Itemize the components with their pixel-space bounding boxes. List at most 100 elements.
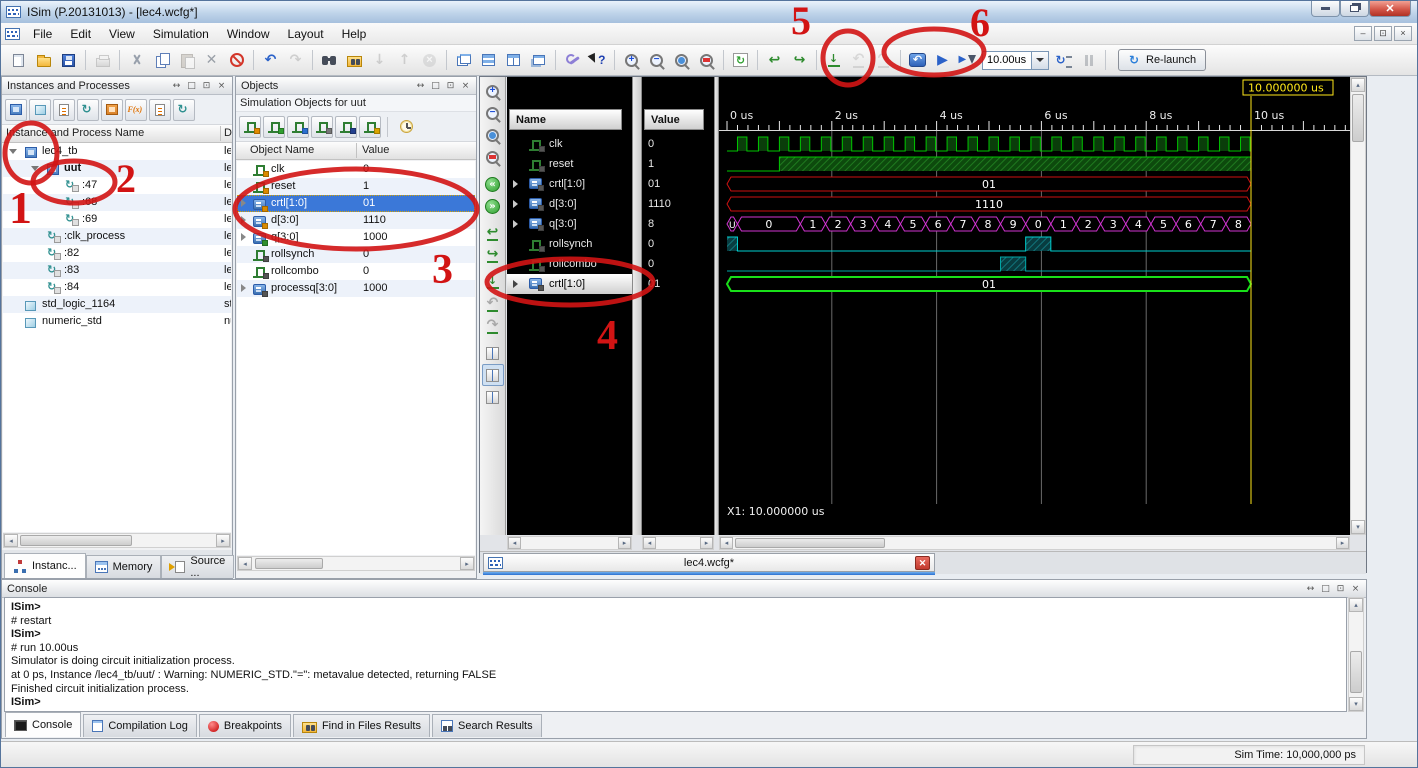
tree-row-uut[interactable]: uutle	[3, 160, 231, 177]
prev-transition-button[interactable]: ↶	[847, 48, 870, 72]
object-row-q30[interactable]: q[3:0]1000	[237, 229, 475, 246]
next-marker-button[interactable]: ↷	[482, 315, 504, 337]
tab-compilation-log[interactable]: Compilation Log	[83, 714, 197, 737]
object-row-d30[interactable]: d[3:0]1110	[237, 212, 475, 229]
objects-filter-button-4[interactable]	[335, 116, 357, 138]
tab-breakpoints[interactable]: Breakpoints	[199, 714, 291, 737]
objects-filter-button-1[interactable]	[263, 116, 285, 138]
dock-icon[interactable]: ⊡	[445, 81, 456, 91]
snap-to-transition-button[interactable]	[482, 271, 504, 293]
expander-icon[interactable]	[9, 149, 17, 154]
new-file-button[interactable]	[7, 48, 30, 72]
expander-icon[interactable]	[31, 166, 39, 171]
wave-signal-row-q30[interactable]: q[3:0]	[507, 214, 632, 234]
expander-icon[interactable]	[241, 216, 246, 224]
pause-button[interactable]	[1077, 48, 1100, 72]
objects-clock-button[interactable]	[395, 115, 418, 139]
object-row-rollcombo[interactable]: rollcombo0	[237, 263, 475, 280]
tree-row-numeric_std[interactable]: numeric_stdnu	[3, 313, 231, 330]
wave-signal-row-crtl10[interactable]: crtl[1:0]	[507, 174, 632, 194]
find-button[interactable]	[318, 48, 341, 72]
tab-console[interactable]: Console	[5, 712, 81, 737]
wave-signal-row-rollcombo[interactable]: rollcombo	[507, 254, 632, 274]
detach-icon[interactable]: ↔	[1305, 584, 1316, 594]
disable-edit-button[interactable]	[225, 48, 248, 72]
next-transition-button[interactable]: ↷	[872, 48, 895, 72]
float-window-button[interactable]	[527, 48, 550, 72]
tree-row-47[interactable]: :47le	[3, 177, 231, 194]
objects-filter-button-2[interactable]	[287, 116, 309, 138]
wave-name-hscrollbar[interactable]: ◂ ▸	[507, 536, 632, 550]
close-button[interactable]: ✕	[1369, 1, 1411, 17]
console-vscrollbar[interactable]: ▴ ▾	[1348, 597, 1364, 712]
settings-wrench-button[interactable]	[561, 48, 584, 72]
expander-icon[interactable]	[241, 233, 246, 241]
instances-filter-button-0[interactable]	[5, 99, 27, 121]
zoom-area-button[interactable]	[695, 48, 718, 72]
expander-icon[interactable]	[513, 280, 518, 288]
tree-row-84[interactable]: :84le	[3, 279, 231, 296]
tile-horizontal-button[interactable]	[477, 48, 500, 72]
instances-filter-button-2[interactable]	[53, 99, 75, 121]
expander-icon[interactable]	[513, 180, 518, 188]
add-marker-button[interactable]	[482, 342, 504, 364]
objects-filter-button-5[interactable]	[359, 116, 381, 138]
redo-button[interactable]: ↷	[284, 48, 307, 72]
detach-icon[interactable]: ↔	[171, 81, 182, 91]
tab-search-results[interactable]: Search Results	[432, 714, 542, 737]
open-file-button[interactable]	[32, 48, 55, 72]
instances-filter-button-1[interactable]	[29, 99, 51, 121]
tree-row-68[interactable]: :68le	[3, 194, 231, 211]
measure-marker-button[interactable]	[482, 364, 504, 386]
goto-next-button[interactable]: ↪	[788, 48, 811, 72]
instances-filter-button-7[interactable]	[173, 99, 195, 121]
mdi-minimize-button[interactable]: –	[1354, 26, 1372, 41]
dock-icon[interactable]: ⊡	[201, 81, 212, 91]
snap-to-transition-button[interactable]	[822, 48, 845, 72]
save-button[interactable]	[57, 48, 80, 72]
instances-filter-button-4[interactable]	[101, 99, 123, 121]
wave-signal-row-rollsynch[interactable]: rollsynch	[507, 234, 632, 254]
cut-button[interactable]	[125, 48, 148, 72]
goto-start-button[interactable]	[482, 173, 504, 195]
name-value-splitter[interactable]	[632, 77, 642, 535]
instances-column-header[interactable]: Instance and Process Name D	[2, 125, 232, 143]
print-button[interactable]	[91, 48, 114, 72]
expander-icon[interactable]	[241, 284, 246, 292]
run-all-button[interactable]: ▶	[931, 48, 954, 72]
menu-window[interactable]: Window	[218, 24, 279, 44]
stop-button[interactable]	[418, 48, 441, 72]
reload-button[interactable]	[729, 48, 752, 72]
dock-icon[interactable]: ⊡	[1335, 584, 1346, 594]
tree-row-lec4_tb[interactable]: lec4_tble	[3, 143, 231, 160]
instances-filter-button-5[interactable]	[125, 99, 147, 121]
object-row-crtl10[interactable]: crtl[1:0]01	[237, 195, 475, 212]
find-in-files-button[interactable]	[343, 48, 366, 72]
object-row-processq30[interactable]: processq[3:0]1000	[237, 280, 475, 297]
wave-signal-row-crtl10[interactable]: crtl[1:0]	[507, 274, 632, 294]
next-transition-button[interactable]: ↪	[482, 244, 504, 266]
waveform-canvas[interactable]: 0 us2 us4 us6 us8 us10 us011110U01234567…	[719, 77, 1350, 535]
instances-filter-button-6[interactable]	[149, 99, 171, 121]
instances-hscrollbar[interactable]: ◂ ▸	[3, 533, 231, 548]
copy-button[interactable]	[150, 48, 173, 72]
find-prev-button[interactable]: ↑	[393, 48, 416, 72]
close-panel-icon[interactable]: ×	[460, 81, 471, 91]
instances-filter-button-3[interactable]	[77, 99, 99, 121]
tab-memory[interactable]: Memory	[86, 555, 162, 578]
zoom-full-view-button[interactable]	[482, 124, 504, 146]
time-combo-dropdown-icon[interactable]	[1032, 51, 1049, 70]
menu-edit[interactable]: Edit	[61, 24, 100, 44]
tree-row-std_logic_1164[interactable]: std_logic_1164st	[3, 296, 231, 313]
objects-hscrollbar[interactable]: ◂ ▸	[237, 556, 475, 571]
paste-button[interactable]	[175, 48, 198, 72]
close-panel-icon[interactable]: ×	[1350, 584, 1361, 594]
prev-transition-button[interactable]: ↩	[482, 222, 504, 244]
restore-button[interactable]	[1340, 1, 1369, 17]
run-command-button[interactable]	[1052, 48, 1075, 72]
zoom-full-view-button[interactable]	[670, 48, 693, 72]
float-icon[interactable]: □	[186, 81, 197, 91]
restart-button[interactable]	[906, 48, 929, 72]
wave-name-header[interactable]: Name	[509, 109, 622, 130]
wave-signal-row-clk[interactable]: clk	[507, 134, 632, 154]
